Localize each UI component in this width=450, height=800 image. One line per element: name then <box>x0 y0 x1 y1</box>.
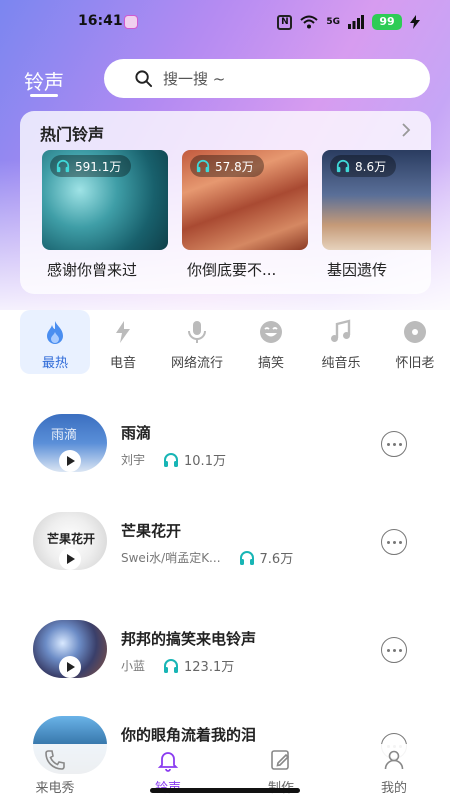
headphones-icon <box>196 159 210 173</box>
headphones-icon <box>239 550 254 565</box>
song-title: 雨滴 <box>121 424 152 442</box>
status-time: 16:41 <box>78 13 123 29</box>
song-list-item[interactable]: 雨滴 雨滴 刘宇 10.1万 <box>0 414 450 486</box>
cover-text: 芒果花开 <box>47 532 96 546</box>
battery-level: 99 <box>372 14 402 30</box>
ringtone-cover-image: 591.1万 <box>42 150 168 250</box>
play-count-badge: 8.6万 <box>330 155 397 177</box>
category-label: 电音 <box>109 356 136 371</box>
category-bar: 最热 电音 网络流行 搞笑 纯音乐 怀旧老 <box>20 310 450 374</box>
song-title: 邦邦的搞笑来电铃声 <box>121 630 257 648</box>
nfc-icon: N <box>277 14 293 30</box>
section-title: 热门铃声 <box>40 125 105 144</box>
category-funny[interactable]: 搞笑 <box>236 310 306 374</box>
ringtone-cover-image: 57.8万 <box>182 150 308 250</box>
edit-icon <box>271 750 290 770</box>
song-list-item[interactable]: 芒果花开 芒果花开 Swei水/哨孟定K... 7.6万 <box>0 512 450 584</box>
song-play-count: 7.6万 <box>239 548 294 567</box>
nav-item-profile[interactable]: 我的 <box>359 748 429 796</box>
song-artist: 刘宇 <box>121 453 146 467</box>
category-hot[interactable]: 最热 <box>20 310 90 374</box>
song-meta: Swei水/哨孟定K... 7.6万 <box>121 548 293 567</box>
nav-label: 铃声 <box>133 777 203 796</box>
laugh-icon <box>260 321 282 343</box>
play-count-badge: 591.1万 <box>50 155 132 177</box>
song-play-count: 10.1万 <box>163 450 226 469</box>
nav-label: 来电秀 <box>35 781 75 796</box>
hot-ringtone-card[interactable]: 591.1万 感谢你曾来过 <box>42 150 168 280</box>
more-options-button[interactable] <box>381 529 407 555</box>
chevron-right-icon[interactable] <box>401 123 411 137</box>
network-type: 5G <box>326 17 340 27</box>
wifi-icon <box>300 15 319 29</box>
category-label: 怀旧老 <box>395 356 435 371</box>
play-button[interactable] <box>59 450 81 472</box>
nav-label: 制作 <box>246 777 316 796</box>
ringtone-cover-image: 8.6万 <box>322 150 431 250</box>
search-input[interactable]: 搜一搜 ~ <box>104 59 430 98</box>
song-meta: 小蓝 123.1万 <box>121 656 234 675</box>
search-placeholder: 搜一搜 ~ <box>163 70 226 88</box>
category-label: 搞笑 <box>257 356 284 371</box>
ringtone-name: 你倒底要不... <box>187 261 277 279</box>
tab-ringtones[interactable]: 铃声 <box>24 66 64 95</box>
music-note-icon <box>331 319 351 342</box>
vinyl-icon <box>404 321 426 343</box>
song-title: 你的眼角流着我的泪 <box>121 726 257 744</box>
play-icon <box>67 662 75 672</box>
song-artist: 小蓝 <box>121 659 146 673</box>
nav-item-caller-show[interactable]: 来电秀 <box>20 748 90 796</box>
play-count: 591.1万 <box>75 159 122 174</box>
song-play-count: 123.1万 <box>163 656 234 675</box>
ringtone-name: 基因遗传 <box>327 261 388 279</box>
play-count: 7.6万 <box>259 552 294 567</box>
play-count: 57.8万 <box>215 159 254 174</box>
category-pure-music[interactable]: 纯音乐 <box>306 310 376 374</box>
headphones-icon <box>164 452 179 467</box>
home-indicator <box>150 788 300 793</box>
bell-icon <box>157 752 179 772</box>
song-artist: Swei水/哨孟定K... <box>121 551 221 565</box>
signal-icon <box>348 15 364 29</box>
more-options-button[interactable] <box>381 637 407 663</box>
play-count-badge: 57.8万 <box>190 155 264 177</box>
headphones-icon <box>56 159 70 173</box>
play-count: 10.1万 <box>184 454 226 469</box>
play-icon <box>67 554 75 564</box>
hot-ringtone-card[interactable]: 8.6万 基因遗传 <box>322 150 431 280</box>
category-label: 最热 <box>41 356 68 371</box>
category-electronic[interactable]: 电音 <box>88 310 158 374</box>
flame-icon <box>47 321 63 344</box>
user-icon <box>384 750 404 770</box>
cover-text: 雨滴 <box>51 428 78 443</box>
phone-icon <box>45 750 65 770</box>
category-internet-pop[interactable]: 网络流行 <box>162 310 232 374</box>
hot-ringtone-card[interactable]: 57.8万 你倒底要不... <box>182 150 308 280</box>
lightning-icon <box>116 321 130 343</box>
song-list-item[interactable]: 邦邦的搞笑来电铃声 小蓝 123.1万 <box>0 620 450 692</box>
nav-label: 我的 <box>380 781 407 796</box>
song-title: 芒果花开 <box>121 522 182 540</box>
play-button[interactable] <box>59 548 81 570</box>
ringtone-name: 感谢你曾来过 <box>47 261 138 279</box>
headphones-icon <box>164 658 179 673</box>
play-count: 8.6万 <box>355 159 387 174</box>
headphones-icon <box>336 159 350 173</box>
category-label: 网络流行 <box>170 356 223 371</box>
song-meta: 刘宇 10.1万 <box>121 450 226 469</box>
hot-ringtones-section: 热门铃声 591.1万 感谢你曾来过 57.8万 你倒底要不... 8.6万 基… <box>20 111 431 294</box>
charging-icon <box>410 15 420 29</box>
category-label: 纯音乐 <box>321 356 361 371</box>
play-count: 123.1万 <box>184 660 235 675</box>
more-options-button[interactable] <box>381 431 407 457</box>
status-bar: 16:41 N 5G 99 <box>0 0 450 44</box>
play-icon <box>67 456 75 466</box>
microphone-icon <box>188 321 206 343</box>
status-indicators: N 5G 99 <box>277 12 420 32</box>
search-icon <box>135 70 153 88</box>
play-button[interactable] <box>59 656 81 678</box>
category-nostalgia[interactable]: 怀旧老 <box>380 310 450 374</box>
app-notification-icon <box>124 15 138 29</box>
tab-active-indicator <box>30 94 58 97</box>
